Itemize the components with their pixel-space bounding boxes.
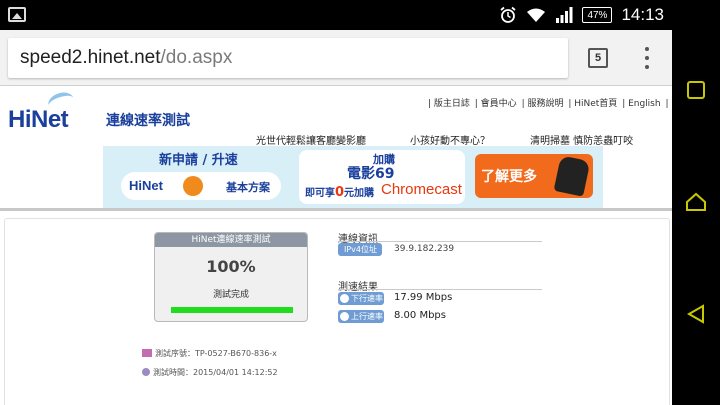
results-title: 測速結果 — [338, 282, 378, 293]
link-hinet-home[interactable]: | HiNet首頁 — [568, 99, 617, 109]
recent-apps-button[interactable] — [672, 70, 720, 110]
banner-movie: 電影69 — [347, 166, 395, 182]
wifi-icon — [527, 8, 546, 22]
clock-icon — [142, 368, 150, 376]
download-label-text: 下行速率 — [351, 294, 383, 303]
serial-icon — [142, 349, 152, 357]
link-service-help[interactable]: | 服務說明 — [522, 99, 564, 109]
url-path: /do.aspx — [160, 47, 233, 68]
upload-label-text: 上行速率 — [351, 312, 383, 321]
link-admin-log[interactable]: | 版主日誌 — [428, 99, 470, 109]
speed-test-title: HiNet連線速率測試 — [155, 233, 307, 247]
navigation-bar — [672, 0, 720, 405]
top-links: | 版主日誌 | 會員中心 | 服務說明 | HiNet首頁 | English… — [428, 96, 671, 109]
image-notification-icon — [8, 7, 26, 22]
ipv4-value: 39.9.182.239 — [394, 244, 455, 254]
banner-add-zero: 0 — [335, 185, 345, 200]
promo-link-2[interactable]: 小孩好動不專心？ — [410, 132, 490, 147]
header-divider — [0, 208, 672, 211]
site-title: 連線速率測試 — [106, 113, 190, 129]
link-separator: | — [665, 99, 669, 109]
banner-add-text: 即可享0元加購 — [305, 184, 374, 200]
signal-icon — [556, 7, 573, 23]
tab-switcher-button[interactable]: 5 — [588, 48, 608, 68]
test-serial: 測試序號：TP-0527-B670-836-x — [142, 348, 277, 359]
progress-bar-fill — [171, 307, 293, 313]
banner-chromecast: Chromecast — [381, 181, 462, 198]
progress-bar — [171, 307, 293, 313]
alarm-icon — [500, 6, 517, 23]
url-bar[interactable]: speed2.hinet.net/do.aspx — [8, 38, 568, 78]
promo-link-3[interactable]: 清明掃墓 慎防恙蟲叮咬 — [530, 132, 633, 147]
promo-links: 光世代輕鬆讓客廳變影廳 小孩好動不專心？ 清明掃墓 慎防恙蟲叮咬 — [0, 132, 672, 147]
download-value: 17.99 Mbps — [394, 292, 453, 303]
banner-logo-icon — [183, 176, 203, 196]
banner-headline: 新申請 / 升速 — [159, 153, 238, 168]
link-english[interactable]: | English — [622, 99, 660, 109]
test-status: 測試完成 — [212, 290, 249, 300]
download-arrow-icon — [340, 294, 349, 303]
learn-more-label: 了解更多 — [481, 169, 537, 185]
back-button[interactable] — [672, 294, 720, 334]
square-icon — [687, 81, 705, 99]
promo-banner[interactable]: 新申請 / 升速 HiNet 基本方案 加購 電影69 即可享0元加購 Chro… — [103, 146, 603, 208]
test-time: 測試時間：2015/04/01 14:12:52 — [142, 367, 278, 378]
hinet-logo[interactable]: HiNet — [8, 106, 69, 134]
content-panel — [4, 218, 670, 405]
progress-percent: 100% — [206, 257, 256, 276]
test-time-text: 測試時間：2015/04/01 14:12:52 — [153, 368, 278, 377]
menu-dot-icon — [645, 56, 649, 60]
results-divider — [338, 289, 542, 290]
connection-divider — [338, 241, 542, 242]
test-serial-text: 測試序號：TP-0527-B670-836-x — [155, 349, 277, 358]
upload-label: 上行速率 — [338, 310, 384, 323]
device-screen: 47% 14:13 speed2.hinet.net/do.aspx 5 HiN… — [0, 0, 720, 405]
upload-value: 8.00 Mbps — [394, 310, 446, 321]
browser-toolbar: speed2.hinet.net/do.aspx 5 — [0, 30, 672, 86]
web-page: HiNet 連線速率測試 | 版主日誌 | 會員中心 | 服務說明 | HiNe… — [0, 86, 672, 405]
menu-dot-icon — [645, 65, 649, 69]
banner-add-prefix: 即可享 — [305, 188, 335, 199]
menu-dot-icon — [645, 47, 649, 51]
home-button[interactable] — [672, 182, 720, 222]
url-host: speed2.hinet.net — [20, 47, 161, 68]
status-clock: 14:13 — [621, 5, 664, 24]
banner-brand: HiNet — [129, 178, 163, 193]
home-icon — [686, 192, 706, 211]
back-icon — [686, 304, 704, 324]
banner-add-suffix: 元加購 — [344, 188, 375, 199]
upload-arrow-icon — [340, 312, 349, 321]
link-member-center[interactable]: | 會員中心 — [475, 99, 517, 109]
banner-plan: 基本方案 — [226, 181, 270, 194]
promo-link-1[interactable]: 光世代輕鬆讓客廳變影廳 — [256, 132, 366, 147]
status-icons: 47% 14:13 — [499, 0, 664, 30]
ipv4-label: IPv4位址 — [338, 243, 382, 256]
speed-test-panel: HiNet連線速率測試 100% 測試完成 — [154, 232, 308, 322]
download-label: 下行速率 — [338, 292, 384, 305]
status-bar: 47% 14:13 — [0, 0, 672, 30]
battery-indicator: 47% — [582, 7, 613, 23]
overflow-menu-button[interactable] — [640, 45, 654, 71]
